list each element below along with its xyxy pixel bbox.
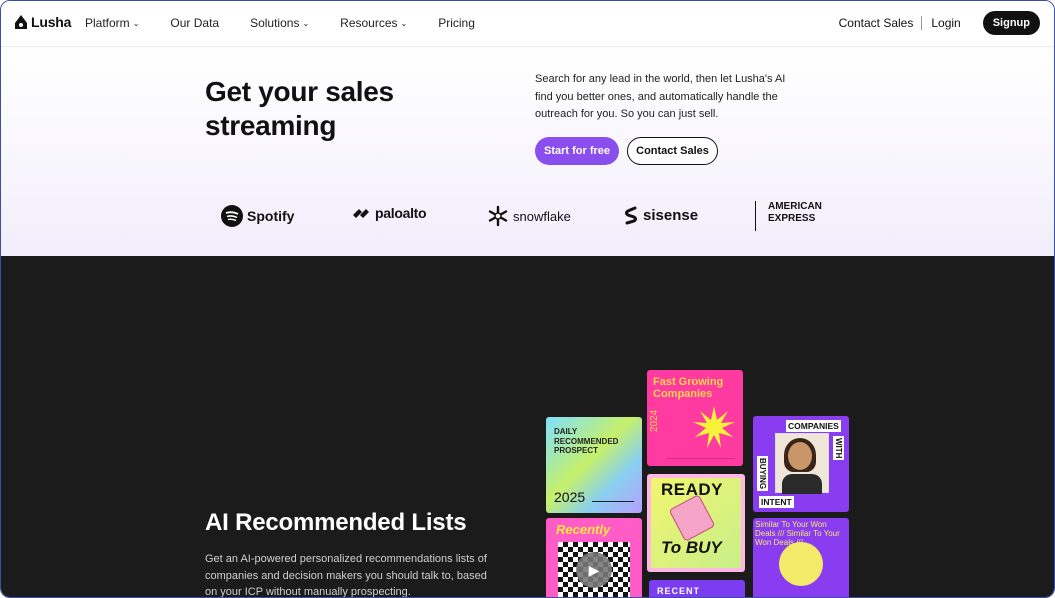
chevron-down-icon: ⌄	[400, 18, 408, 28]
card-underline	[592, 501, 634, 502]
snowflake-icon	[488, 205, 508, 227]
recent-card: RECENT	[649, 580, 745, 597]
lusha-logo-icon	[15, 15, 27, 29]
starburst-icon	[693, 406, 735, 448]
nav-item-our-data[interactable]: Our Data	[170, 16, 219, 30]
nav-item-label: Our Data	[170, 16, 220, 30]
hero-title: Get your sales streaming	[205, 76, 394, 141]
paloalto-logo: paloalto	[353, 205, 427, 221]
nav-item-platform[interactable]: Platform ⌄	[85, 16, 139, 30]
lusha-logo[interactable]: Lusha	[15, 13, 71, 31]
nav-item-label: Platform	[85, 16, 130, 30]
contact-sales-link[interactable]: Contact Sales	[839, 16, 914, 30]
signup-button[interactable]: Signup	[982, 11, 1040, 35]
top-navigation: Lusha Platform ⌄ Our Data Solutions ⌄ Re…	[1, 1, 1054, 47]
snowflake-logo: snowflake	[487, 205, 571, 227]
companies-with-buying-intent-card: COMPANIES WITH BUYING INTENT	[753, 416, 849, 512]
card-label: Recently	[556, 522, 611, 537]
recently-card: Recently ▶	[546, 518, 642, 597]
login-link[interactable]: Login	[931, 16, 960, 30]
customer-logos: Spotify paloalto snowflake sisense AMERI…	[1, 197, 1054, 237]
nav-actions: Contact Sales Login Signup	[839, 11, 1040, 35]
chevron-down-icon: ⌄	[302, 18, 310, 28]
paloalto-wordmark: paloalto	[375, 205, 427, 221]
spotify-icon	[221, 205, 243, 227]
avatar	[779, 542, 823, 586]
spotify-logo: Spotify	[221, 205, 294, 227]
nav-item-pricing[interactable]: Pricing	[438, 16, 475, 30]
chevron-down-icon: ⌄	[132, 18, 140, 28]
feature-section: AI Recommended Lists Get an AI-powered p…	[1, 256, 1054, 598]
sisense-icon	[625, 206, 637, 225]
nav-divider	[921, 16, 923, 30]
spotify-wordmark: Spotify	[247, 208, 295, 224]
play-icon[interactable]: ▶	[576, 552, 612, 588]
feature-description: Get an AI-powered personalized recommend…	[205, 553, 487, 598]
fast-growing-companies-card: Fast Growing Companies 2024	[647, 370, 743, 466]
card-label-left: BUYING	[757, 456, 768, 492]
card-label-side: WITH	[833, 436, 844, 461]
similar-won-deals-card: Similar To Your Won Deals /// Similar To…	[753, 518, 849, 597]
nav-item-resources[interactable]: Resources ⌄	[340, 16, 407, 30]
american-express-logo: AMERICAN EXPRESS	[755, 201, 822, 231]
card-underline	[667, 458, 735, 459]
amex-line-2: EXPRESS	[768, 213, 816, 224]
hero-contact-sales-button[interactable]: Contact Sales	[627, 137, 718, 165]
nav-links: Platform ⌄ Our Data Solutions ⌄ Resource…	[85, 16, 506, 30]
hero-description: Search for any lead in the world, then l…	[535, 73, 786, 120]
daily-recommended-card: DAILY RECOMMENDED PROSPECT 2025	[546, 417, 642, 513]
nav-item-solutions[interactable]: Solutions ⌄	[250, 16, 309, 30]
nav-item-label: Pricing	[438, 16, 475, 30]
nav-item-label: Solutions	[250, 16, 300, 30]
card-label-top: COMPANIES	[786, 420, 841, 432]
feature-title: AI Recommended Lists	[205, 509, 467, 536]
start-for-free-button[interactable]: Start for free	[535, 137, 619, 165]
card-label: RECENT	[657, 586, 701, 596]
card-label-bottom: INTENT	[759, 496, 794, 508]
logo-text: Lusha	[31, 14, 72, 30]
amex-line-1: AMERICAN	[768, 201, 822, 212]
photo-face	[788, 442, 812, 470]
snowflake-wordmark: snowflake	[513, 208, 571, 224]
person-photo	[775, 433, 829, 494]
ready-to-buy-card: READY To BUY	[647, 474, 745, 572]
page-frame: Lusha Platform ⌄ Our Data Solutions ⌄ Re…	[0, 0, 1055, 598]
sisense-wordmark: sisense	[643, 206, 699, 224]
photo-shirt	[782, 474, 822, 494]
card-label-bottom: To BUY	[661, 538, 722, 557]
card-year: 2024	[649, 409, 660, 432]
card-label: DAILY RECOMMENDED PROSPECT	[554, 427, 619, 455]
card-label: Fast Growing Companies	[653, 376, 724, 400]
paloalto-icon	[353, 209, 369, 218]
nav-item-label: Resources	[340, 16, 398, 30]
sisense-logo: sisense	[623, 205, 698, 225]
hero-section: Get your sales streaming Search for any …	[1, 47, 1054, 256]
card-year: 2025	[554, 489, 586, 505]
